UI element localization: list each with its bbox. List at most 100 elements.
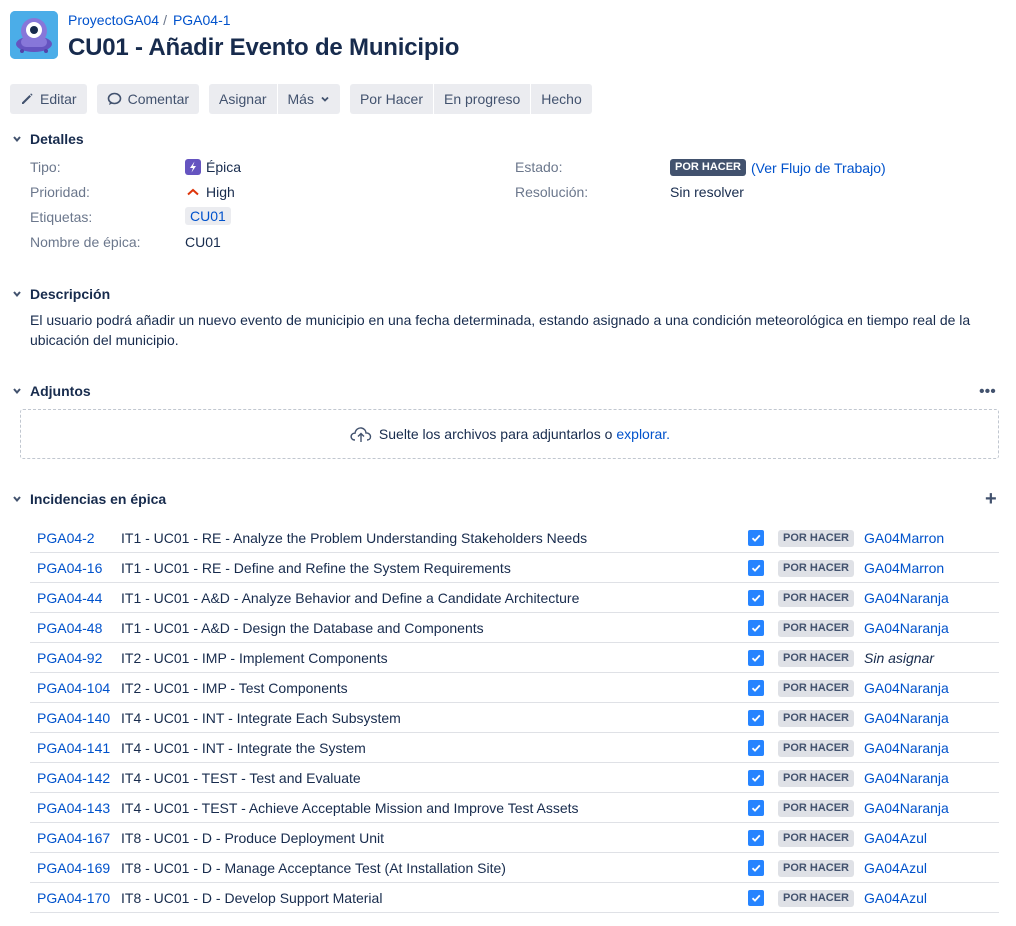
issue-summary[interactable]: IT8 - UC01 - D - Produce Deployment Unit xyxy=(121,830,384,846)
assignee-link[interactable]: GA04Naranja xyxy=(864,710,949,726)
type-value: Épica xyxy=(185,159,241,175)
epic-issues-section-header[interactable]: Incidencias en épica xyxy=(10,491,166,507)
attachments-more-icon[interactable]: ••• xyxy=(979,383,996,401)
task-type-icon xyxy=(748,800,764,816)
assignee-link[interactable]: GA04Naranja xyxy=(864,620,949,636)
assignee-link[interactable]: Sin asignar xyxy=(864,650,934,666)
table-row[interactable]: PGA04-167 IT8 - UC01 - D - Produce Deploy… xyxy=(30,823,999,853)
issue-key-link[interactable]: PGA04-169 xyxy=(37,860,110,876)
issue-summary[interactable]: IT4 - UC01 - INT - Integrate Each Subsys… xyxy=(121,710,401,726)
issue-key-link[interactable]: PGA04-167 xyxy=(37,830,110,846)
issue-summary[interactable]: IT1 - UC01 - RE - Analyze the Problem Un… xyxy=(121,530,587,546)
issue-key-link[interactable]: PGA04-2 xyxy=(37,530,95,546)
assignee-link[interactable]: GA04Marron xyxy=(864,530,944,546)
description-text[interactable]: El usuario podrá añadir un nuevo evento … xyxy=(30,310,980,350)
assignee-link[interactable]: GA04Azul xyxy=(864,890,927,906)
attachments-dropzone[interactable]: Suelte los archivos para adjuntarlos o e… xyxy=(20,409,999,459)
edit-button-label: Editar xyxy=(40,91,77,107)
resolution-value: Sin resolver xyxy=(670,184,744,200)
more-button[interactable]: Más xyxy=(277,84,340,114)
view-workflow-link[interactable]: (Ver Flujo de Trabajo) xyxy=(751,160,886,176)
table-row[interactable]: PGA04-44 IT1 - UC01 - A&D - Analyze Behav… xyxy=(30,583,999,613)
attachments-section-header[interactable]: Adjuntos xyxy=(10,383,91,399)
priority-label: Prioridad: xyxy=(30,184,90,200)
table-row[interactable]: PGA04-170 IT8 - UC01 - D - Develop Suppor… xyxy=(30,883,999,913)
task-type-icon xyxy=(748,740,764,756)
issue-summary[interactable]: IT4 - UC01 - TEST - Achieve Acceptable M… xyxy=(121,800,579,816)
task-type-icon xyxy=(748,680,764,696)
table-row[interactable]: PGA04-48 IT1 - UC01 - A&D - Design the Da… xyxy=(30,613,999,643)
issue-key-link[interactable]: PGA04-140 xyxy=(37,710,110,726)
task-type-icon xyxy=(748,560,764,576)
issue-summary[interactable]: IT2 - UC01 - IMP - Test Components xyxy=(121,680,348,696)
issue-key-link[interactable]: PGA04-141 xyxy=(37,740,110,756)
project-avatar[interactable] xyxy=(10,11,58,59)
assignee-link[interactable]: GA04Marron xyxy=(864,560,944,576)
labels-label: Etiquetas: xyxy=(30,209,93,225)
assignee-link[interactable]: GA04Naranja xyxy=(864,770,949,786)
task-type-icon xyxy=(748,830,764,846)
task-type-icon xyxy=(748,620,764,636)
table-row[interactable]: PGA04-143 IT4 - UC01 - TEST - Achieve Acc… xyxy=(30,793,999,823)
assignee-link[interactable]: GA04Naranja xyxy=(864,740,949,756)
edit-button[interactable]: Editar xyxy=(10,84,87,114)
task-type-icon xyxy=(748,650,764,666)
status-badge: POR HACER xyxy=(778,800,855,817)
breadcrumb-parent-link[interactable]: PGA04-1 xyxy=(173,12,231,28)
table-row[interactable]: PGA04-16 IT1 - UC01 - RE - Define and Ref… xyxy=(30,553,999,583)
status-badge: POR HACER xyxy=(778,680,855,697)
table-row[interactable]: PGA04-142 IT4 - UC01 - TEST - Test and Ev… xyxy=(30,763,999,793)
issue-summary[interactable]: IT8 - UC01 - D - Develop Support Materia… xyxy=(121,890,382,906)
issue-key-link[interactable]: PGA04-170 xyxy=(37,890,110,906)
label-chip[interactable]: CU01 xyxy=(185,207,231,225)
issue-summary[interactable]: IT1 - UC01 - A&D - Design the Database a… xyxy=(121,620,484,636)
table-row[interactable]: PGA04-92 IT2 - UC01 - IMP - Implement Com… xyxy=(30,643,999,673)
task-type-icon xyxy=(748,710,764,726)
table-row[interactable]: PGA04-2 IT1 - UC01 - RE - Analyze the Pro… xyxy=(30,523,999,553)
chevron-down-icon xyxy=(321,96,329,102)
issue-key-link[interactable]: PGA04-92 xyxy=(37,650,102,666)
epic-name-value: CU01 xyxy=(185,234,221,250)
issue-summary[interactable]: IT8 - UC01 - D - Manage Acceptance Test … xyxy=(121,860,506,876)
assign-button[interactable]: Asignar xyxy=(209,84,277,114)
comment-button[interactable]: Comentar xyxy=(96,84,200,114)
type-label: Tipo: xyxy=(30,159,61,175)
issue-summary[interactable]: IT1 - UC01 - A&D - Analyze Behavior and … xyxy=(121,590,579,606)
assignee-link[interactable]: GA04Naranja xyxy=(864,680,949,696)
assignee-link[interactable]: GA04Naranja xyxy=(864,800,949,816)
assignee-link[interactable]: GA04Naranja xyxy=(864,590,949,606)
issue-key-link[interactable]: PGA04-48 xyxy=(37,620,102,636)
issue-key-link[interactable]: PGA04-44 xyxy=(37,590,102,606)
task-type-icon xyxy=(748,590,764,606)
table-row[interactable]: PGA04-140 IT4 - UC01 - INT - Integrate Ea… xyxy=(30,703,999,733)
issue-summary[interactable]: IT4 - UC01 - INT - Integrate the System xyxy=(121,740,366,756)
issue-key-link[interactable]: PGA04-143 xyxy=(37,800,110,816)
issue-summary[interactable]: IT1 - UC01 - RE - Define and Refine the … xyxy=(121,560,511,576)
breadcrumb-project-link[interactable]: ProyectoGA04 xyxy=(68,12,159,28)
issue-summary[interactable]: IT2 - UC01 - IMP - Implement Components xyxy=(121,650,388,666)
more-button-label: Más xyxy=(287,91,314,107)
dropzone-text: Suelte los archivos para adjuntarlos o xyxy=(378,426,613,442)
add-issue-icon[interactable]: + xyxy=(985,488,997,511)
browse-files-link[interactable]: explorar. xyxy=(616,426,670,442)
status-badge: POR HACER xyxy=(778,650,855,667)
issue-key-link[interactable]: PGA04-142 xyxy=(37,770,110,786)
status-badge: POR HACER xyxy=(778,560,855,577)
todo-transition-button[interactable]: Por Hacer xyxy=(349,84,433,114)
in-progress-transition-button[interactable]: En progreso xyxy=(434,84,531,114)
issue-key-link[interactable]: PGA04-16 xyxy=(37,560,102,576)
assignee-link[interactable]: GA04Azul xyxy=(864,830,927,846)
details-section-header[interactable]: Detalles xyxy=(10,131,84,147)
description-section-header[interactable]: Descripción xyxy=(10,286,110,302)
table-row[interactable]: PGA04-104 IT2 - UC01 - IMP - Test Compone… xyxy=(30,673,999,703)
issue-summary[interactable]: IT4 - UC01 - TEST - Test and Evaluate xyxy=(121,770,361,786)
project-avatar-icon xyxy=(10,11,58,59)
table-row[interactable]: PGA04-141 IT4 - UC01 - INT - Integrate th… xyxy=(30,733,999,763)
table-row[interactable]: PGA04-169 IT8 - UC01 - D - Manage Accepta… xyxy=(30,853,999,883)
assignee-link[interactable]: GA04Azul xyxy=(864,860,927,876)
issue-key-link[interactable]: PGA04-104 xyxy=(37,680,110,696)
breadcrumb-separator: / xyxy=(163,12,167,28)
status-badge: POR HACER xyxy=(778,770,855,787)
status-badge: POR HACER xyxy=(778,860,855,877)
done-transition-button[interactable]: Hecho xyxy=(531,84,592,114)
